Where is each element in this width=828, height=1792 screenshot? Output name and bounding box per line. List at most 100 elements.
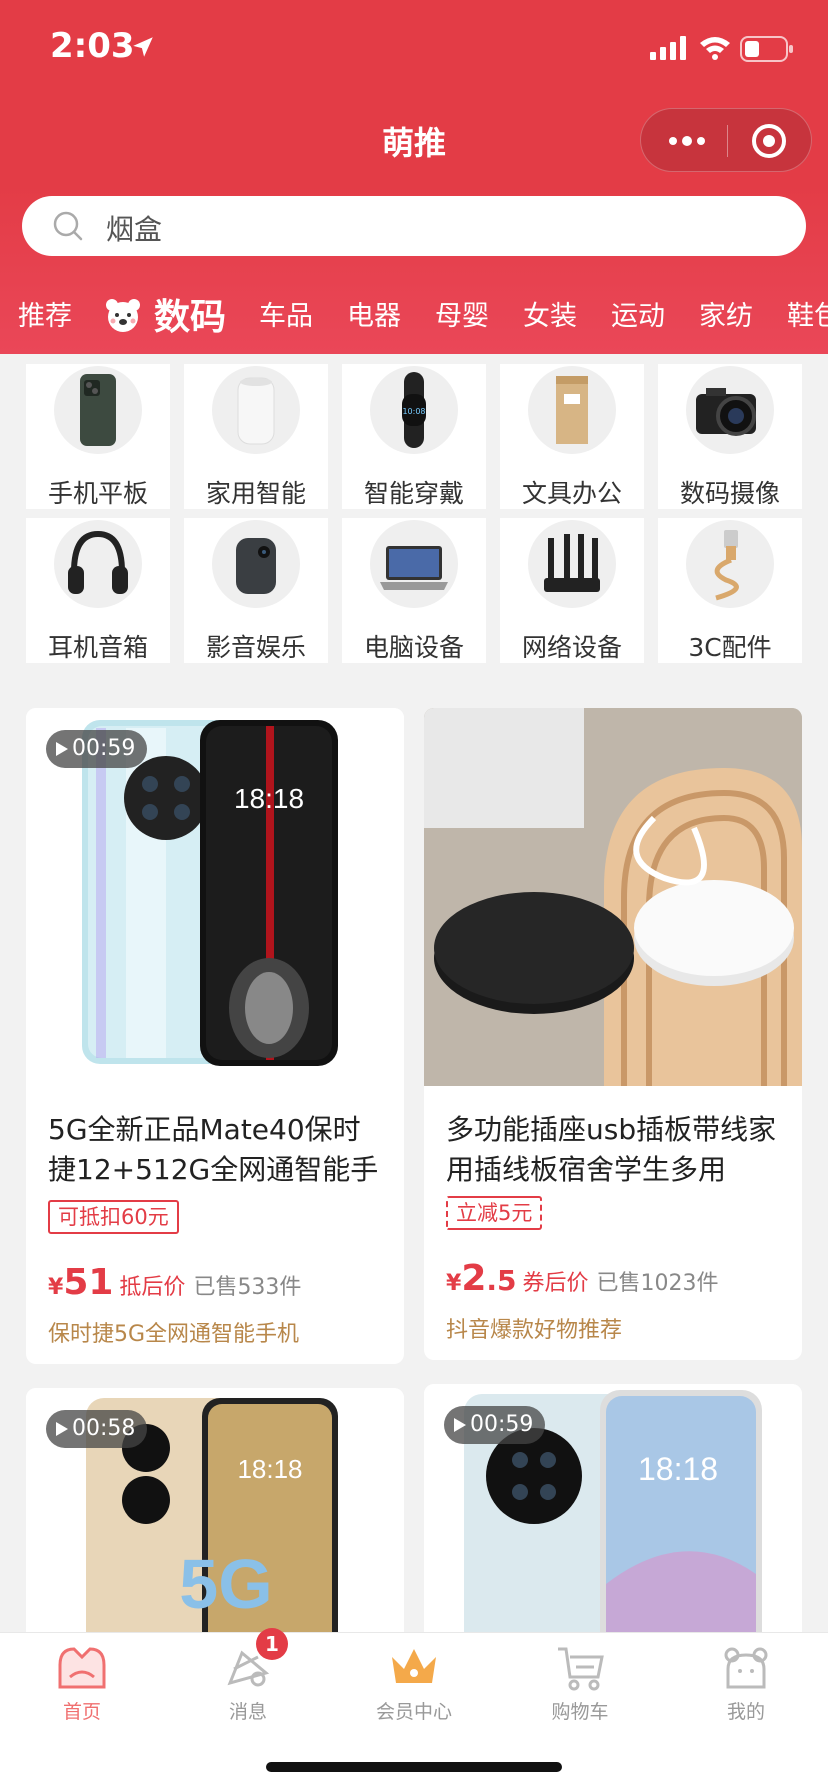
search-input[interactable]: 烟盒 [22, 196, 806, 256]
subcat-smart-home[interactable]: 家用智能 [184, 364, 328, 509]
cart-icon [558, 1647, 604, 1691]
search-placeholder: 烟盒 [106, 213, 163, 246]
discount-tag: 可抵扣60元 [48, 1200, 179, 1234]
headphones-icon [54, 520, 142, 608]
video-duration-badge: 00:58 [46, 1410, 148, 1448]
product-desc: 抖音爆款好物推荐 [446, 1318, 623, 1343]
tab-recommend[interactable]: 推荐 [18, 294, 72, 333]
home-indicator [266, 1762, 562, 1772]
tab-car[interactable]: 车品 [259, 294, 313, 333]
projector-icon [212, 520, 300, 608]
svg-text:18:18: 18:18 [237, 1454, 302, 1484]
product-desc: 保时捷5G全网通智能手机 [48, 1322, 300, 1347]
price-row: ¥51 抵后价 已售533件 [48, 1262, 301, 1303]
subcat-stationery[interactable]: 文具办公 [500, 364, 644, 509]
tab-label: 购物车 [551, 1701, 609, 1723]
product-card[interactable]: 18:18 5G 00:58 [26, 1388, 404, 1648]
tab-messages[interactable]: 消息 [188, 1643, 308, 1724]
capsule-divider [727, 125, 728, 157]
subcat-label: 耳机音箱 [47, 633, 148, 662]
bear-icon [106, 299, 140, 332]
tab-shoes-bags[interactable]: 鞋包 [787, 294, 828, 333]
more-icon[interactable] [665, 129, 709, 153]
product-card[interactable]: 18:18 00:59 5G全新正品Mate40保时捷12+512G全网通智能手… [26, 708, 404, 1364]
location-arrow-icon [133, 37, 153, 57]
tab-label: 消息 [228, 1701, 267, 1723]
tab-cart[interactable]: 购物车 [520, 1643, 640, 1724]
tab-label: 会员中心 [375, 1701, 452, 1723]
subcat-av-entertainment[interactable]: 影音娱乐 [184, 518, 328, 663]
svg-text:5G: 5G [179, 1545, 272, 1623]
tab-member-center[interactable]: 会员中心 [354, 1643, 474, 1724]
svg-text:18:18: 18:18 [638, 1451, 718, 1487]
smart-band-icon: 10:08 [370, 366, 458, 454]
sold-count: 已售533件 [193, 1275, 302, 1300]
app-header: 2:03 萌推 烟盒 推荐 数码 车品 电器 母婴 女装 运动 家纺 鞋包 [0, 0, 828, 354]
message-badge: 1 [256, 1628, 288, 1660]
sold-count: 已售1023件 [596, 1271, 719, 1296]
play-icon [56, 742, 68, 756]
play-icon [56, 1422, 68, 1436]
close-miniapp-icon[interactable] [751, 123, 787, 159]
price-label: 抵后价 [119, 1275, 186, 1300]
subcat-label: 手机平板 [47, 479, 148, 508]
subcat-wearables[interactable]: 10:08 智能穿戴 [342, 364, 486, 509]
video-duration: 00:58 [72, 1416, 136, 1441]
product-title: 多功能插座usb插板带线家用插线板宿舍学生多用 [446, 1113, 777, 1186]
price-label: 券后价 [522, 1271, 589, 1296]
subcat-label: 家用智能 [205, 479, 306, 508]
price-decimal: .5 [486, 1264, 517, 1297]
svg-text:10:08: 10:08 [402, 407, 425, 416]
tab-women[interactable]: 女装 [523, 294, 577, 333]
profile-icon [724, 1647, 768, 1689]
product-card[interactable]: 18:18 00:59 [424, 1384, 802, 1648]
camera-icon [686, 366, 774, 454]
play-icon [454, 1418, 466, 1432]
svg-text:18:18: 18:18 [234, 783, 304, 814]
tab-baby[interactable]: 母婴 [435, 294, 489, 333]
status-bar: 2:03 [0, 0, 828, 100]
subcat-label: 数码摄像 [679, 479, 780, 508]
subcat-cameras[interactable]: 数码摄像 [658, 364, 802, 509]
smart-speaker-icon [212, 366, 300, 454]
tab-home-textile[interactable]: 家纺 [699, 294, 753, 333]
subcat-3c-accessories[interactable]: 3C配件 [658, 518, 802, 663]
tab-digital[interactable]: 数码 [154, 288, 226, 340]
subcat-computers[interactable]: 电脑设备 [342, 518, 486, 663]
currency-symbol: ¥ [48, 1275, 64, 1300]
router-icon [528, 520, 616, 608]
subcat-network[interactable]: 网络设备 [500, 518, 644, 663]
video-duration-badge: 00:59 [444, 1406, 546, 1444]
tab-appliance[interactable]: 电器 [347, 294, 401, 333]
video-duration: 00:59 [72, 736, 136, 761]
subcat-label: 3C配件 [688, 633, 772, 662]
video-duration-badge: 00:59 [46, 730, 148, 768]
paper-bag-icon [528, 366, 616, 454]
price-value: 2 [461, 1258, 487, 1299]
product-image [424, 708, 802, 1086]
product-title: 5G全新正品Mate40保时捷12+512G全网通智能手 [48, 1113, 379, 1186]
phone-icon [54, 366, 142, 454]
subcat-label: 智能穿戴 [363, 479, 464, 508]
product-card[interactable]: 多功能插座usb插板带线家用插线板宿舍学生多用 立减5元 ¥2.5 券后价 已售10… [424, 708, 802, 1360]
subcat-headphones[interactable]: 耳机音箱 [26, 518, 170, 663]
subcat-label: 影音娱乐 [205, 633, 306, 662]
tab-label: 我的 [726, 1701, 765, 1723]
video-duration: 00:59 [470, 1412, 534, 1437]
wifi-icon [700, 37, 730, 60]
miniapp-capsule [640, 108, 812, 172]
subcat-label: 网络设备 [521, 633, 622, 662]
tab-profile[interactable]: 我的 [686, 1643, 806, 1724]
coupon-tag: 立减5元 [446, 1196, 543, 1230]
tab-home[interactable]: 首页 [22, 1643, 142, 1724]
crown-icon [392, 1649, 436, 1683]
subcat-label: 电脑设备 [363, 633, 464, 662]
laptop-icon [370, 520, 458, 608]
tab-label: 首页 [62, 1701, 101, 1723]
price-row: ¥2.5 券后价 已售1023件 [446, 1258, 719, 1299]
status-time: 2:03 [50, 26, 135, 66]
tab-sports[interactable]: 运动 [611, 294, 665, 333]
search-icon [53, 211, 83, 241]
subcat-phones-tablets[interactable]: 手机平板 [26, 364, 170, 509]
price-value: 51 [63, 1262, 114, 1303]
